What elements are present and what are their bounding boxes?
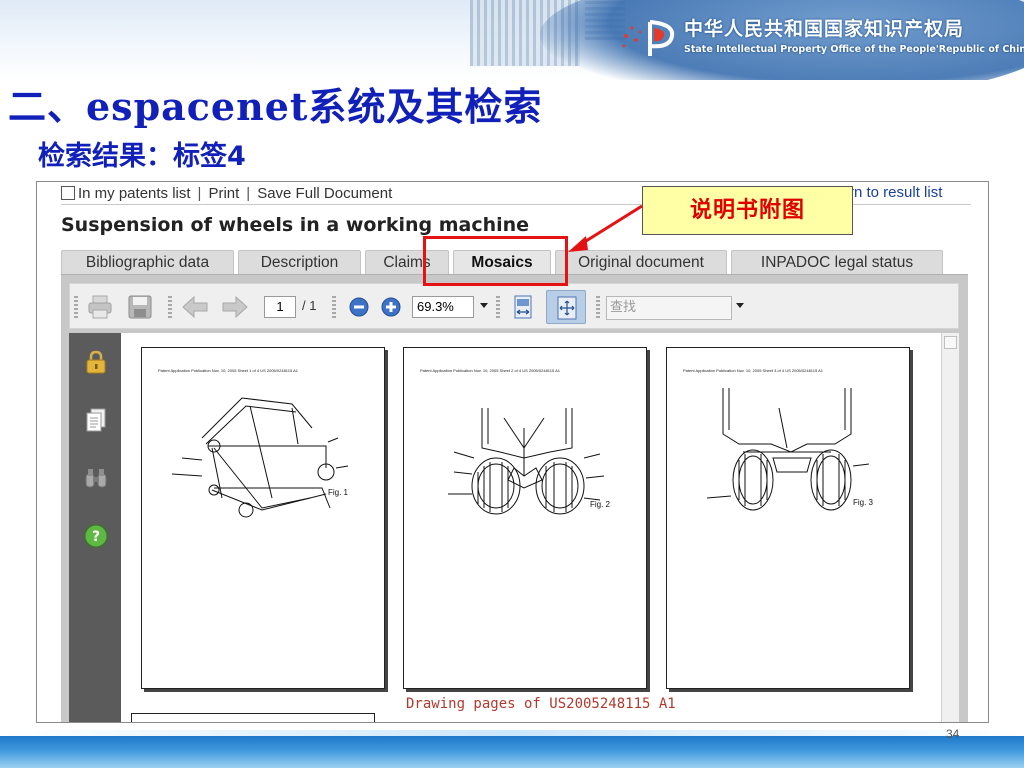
find-dropdown-arrow-icon[interactable] [736,303,744,308]
zoom-out-icon[interactable] [346,294,372,320]
toolbar-grip [596,296,600,318]
mosaic-pages-area: Patent Application Publication Nov. 10, … [121,333,941,722]
figure-label: Fig. 3 [853,498,874,507]
separator: | [197,184,202,202]
org-name-en: State Intellectual Property Office of th… [684,44,1024,55]
sipo-logo-icon [622,20,675,56]
save-icon[interactable] [126,294,154,320]
find-input[interactable]: 查找 [606,296,732,320]
toolbar-grip [168,296,172,318]
fit-page-icon [557,296,577,320]
viewer-side-panel: ? [69,333,121,722]
zoom-dropdown-arrow-icon[interactable] [480,303,488,308]
annotation-arrow-icon [568,204,643,252]
zoom-in-icon[interactable] [378,294,404,320]
previous-page-icon[interactable] [180,294,210,320]
drawing-page[interactable]: Patent Application Publication Nov. 10, … [666,347,910,689]
help-icon[interactable]: ? [83,523,109,549]
separator: | [246,184,251,202]
patent-drawing-figure-3 [706,388,870,511]
drawing-page[interactable]: Patent Application Publication Nov. 10, … [403,347,647,689]
vertical-scrollbar[interactable] [941,333,959,722]
drawing-page-partial[interactable] [131,713,375,722]
toolbar-grip [496,296,500,318]
patent-drawing-figure-2 [448,408,605,515]
header-band: 中华人民共和国国家知识产权局 State Intellectual Proper… [0,0,1024,80]
pages-icon[interactable] [83,407,109,433]
tab-inpadoc-legal-status[interactable]: INPADOC legal status [731,250,943,274]
slide-title: 二、espacenet系统及其检索 [8,84,543,129]
binoculars-icon[interactable] [83,465,109,491]
patent-drawing-figure-1 [171,397,349,518]
toolbar-grip [332,296,336,318]
document-actions-bar: In my patents list | Print | Save Full D… [61,182,392,204]
print-link[interactable]: Print [208,185,239,202]
scroll-up-icon[interactable] [944,336,957,349]
svg-text:?: ? [92,529,100,545]
tab-description[interactable]: Description [238,250,361,274]
drawing-pages-caption: Drawing pages of US2005248115 A1 [406,696,676,712]
lock-icon[interactable] [83,349,109,375]
slide-subtitle: 检索结果：标签4 [38,141,246,172]
figure-label: Fig. 1 [328,488,349,497]
print-icon[interactable] [86,294,114,320]
drawing-page[interactable]: Patent Application Publication Nov. 10, … [141,347,385,689]
org-name-cn: 中华人民共和国国家知识产权局 [684,18,965,40]
annotation-callout: 说明书附图 [642,186,853,235]
tab-bibliographic-data[interactable]: Bibliographic data [61,250,234,274]
footer-band [0,736,1024,768]
save-full-document-link[interactable]: Save Full Document [257,185,392,202]
viewer-toolbar: 1 / 1 69.3% 查找 [69,283,959,329]
figure-label: Fig. 2 [590,500,611,509]
slide-page-number: 34 [946,727,960,741]
document-title: Suspension of wheels in a working machin… [61,214,530,236]
next-page-icon[interactable] [220,294,250,320]
zoom-level-select[interactable]: 69.3% [412,296,474,318]
toolbar-grip [74,296,78,318]
fit-width-icon[interactable] [510,294,536,320]
fit-page-button[interactable] [546,290,586,324]
page-total: / 1 [302,298,317,313]
my-patents-checkbox[interactable] [61,186,75,200]
my-patents-link[interactable]: In my patents list [78,185,191,202]
return-to-result-list-link[interactable]: rn to result list [849,184,942,201]
document-canvas: Patent Application Publication Nov. 10, … [121,333,959,722]
mosaics-highlight-box [423,236,568,286]
page-number-input[interactable]: 1 [264,296,296,318]
pdf-viewer: 1 / 1 69.3% 查找 ? Patent Application Publ… [61,274,968,722]
